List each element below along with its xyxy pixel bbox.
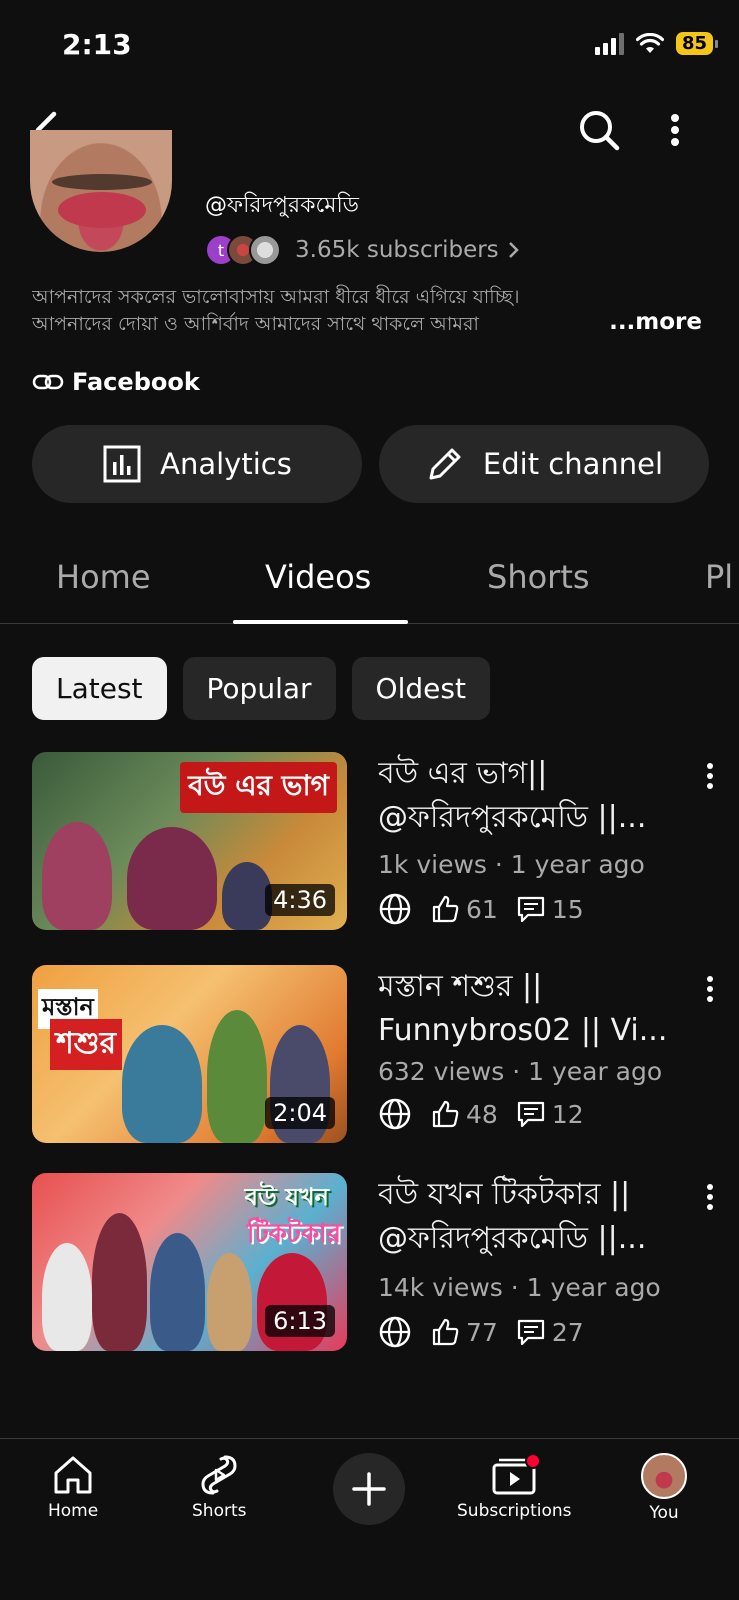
thumbnail-text: টিকটকার	[247, 1219, 341, 1249]
video-thumbnail[interactable]: মস্তান শশুর 2:04	[32, 965, 347, 1143]
channel-handle: @ফরিদপুরকমেডি	[205, 193, 359, 218]
comment-icon	[517, 896, 544, 923]
video-stats: 61 15	[378, 892, 584, 926]
chevron-right-icon	[508, 242, 519, 258]
globe-icon	[379, 1098, 411, 1130]
shorts-icon	[201, 1455, 237, 1495]
nav-subscriptions[interactable]: Subscriptions	[457, 1453, 571, 1521]
video-duration: 4:36	[265, 884, 335, 916]
edit-channel-label: Edit channel	[482, 447, 664, 481]
nav-shorts-label: Shorts	[192, 1501, 247, 1521]
video-stats: 48 12	[378, 1097, 584, 1131]
home-icon	[54, 1456, 92, 1494]
like-count: 48	[466, 1099, 498, 1129]
battery-indicator: 85	[675, 32, 719, 55]
thumbnail-text: শশুর	[50, 1019, 123, 1070]
pencil-icon	[429, 448, 461, 480]
video-menu-button[interactable]	[698, 1177, 722, 1217]
channel-avatar[interactable]	[30, 130, 172, 252]
chip-latest[interactable]: Latest	[32, 657, 167, 720]
video-item[interactable]: মস্তান শশুর 2:04 মস্তান শশুর || Funnybro…	[32, 965, 722, 1145]
video-thumbnail[interactable]: বউ এর ভাগ 4:36	[32, 752, 347, 930]
like-icon	[432, 1100, 459, 1128]
tab-videos[interactable]: Videos	[265, 558, 371, 596]
subscribers-row[interactable]: t 3.65k subscribers	[205, 234, 521, 266]
facebook-link[interactable]: Facebook	[32, 368, 200, 396]
nav-home-label: Home	[48, 1501, 99, 1521]
video-meta: 14k views · 1 year ago	[378, 1273, 661, 1302]
more-options-button[interactable]	[655, 104, 695, 156]
tab-playlists[interactable]: Pl	[705, 558, 733, 596]
status-icons: 85	[594, 32, 719, 55]
like-count: 77	[466, 1317, 498, 1347]
nav-shorts[interactable]: Shorts	[192, 1453, 246, 1521]
sort-chips: Latest Popular Oldest	[32, 657, 490, 720]
globe-icon	[379, 893, 411, 925]
more-link[interactable]: ...more	[569, 309, 702, 336]
edit-channel-button[interactable]: Edit channel	[379, 425, 709, 503]
like-count: 61	[466, 894, 498, 924]
tab-home[interactable]: Home	[56, 558, 151, 596]
active-tab-indicator	[233, 620, 408, 624]
video-title[interactable]: বউ এর ভাগ|| @ফরিদপুরকমেডি ||...	[378, 752, 698, 840]
nav-you-label: You	[649, 1503, 679, 1523]
video-duration: 6:13	[265, 1305, 335, 1337]
analytics-button[interactable]: Analytics	[32, 425, 362, 503]
link-label: Facebook	[72, 368, 200, 396]
video-title[interactable]: বউ যখন টিকটকার || @ফরিদপুরকমেডি ||...	[378, 1173, 698, 1261]
analytics-label: Analytics	[160, 447, 292, 481]
nav-subscriptions-label: Subscriptions	[457, 1501, 572, 1521]
channel-tabs: Home Videos Shorts Pl	[0, 540, 739, 624]
nav-home[interactable]: Home	[48, 1453, 98, 1521]
bottom-nav: Home Shorts Subscriptions You	[0, 1438, 739, 1600]
subscriber-count: 3.65k subscribers	[295, 237, 499, 263]
cellular-signal-icon	[594, 32, 624, 55]
more-vert-icon	[707, 1184, 713, 1210]
comment-icon	[517, 1101, 544, 1128]
more-vert-icon	[671, 114, 679, 146]
comment-count: 12	[551, 1099, 584, 1129]
chip-popular[interactable]: Popular	[182, 657, 336, 720]
video-item[interactable]: বউ এর ভাগ 4:36 বউ এর ভাগ|| @ফরিদপুরকমেডি…	[32, 752, 722, 932]
analytics-icon	[103, 445, 141, 483]
chip-oldest[interactable]: Oldest	[351, 657, 490, 720]
comment-icon	[517, 1319, 544, 1346]
status-bar: 2:13 85	[0, 0, 739, 90]
video-meta: 1k views · 1 year ago	[378, 850, 645, 879]
video-title[interactable]: মস্তান শশুর || Funnybros02 || Vi...	[378, 965, 698, 1053]
status-time: 2:13	[62, 28, 132, 61]
thumbnail-text: বউ এর ভাগ	[180, 762, 337, 813]
video-thumbnail[interactable]: বউ যখন টিকটকার 6:13	[32, 1173, 347, 1351]
video-item[interactable]: বউ যখন টিকটকার 6:13 বউ যখন টিকটকার || @ফ…	[32, 1173, 722, 1353]
user-avatar	[641, 1453, 687, 1499]
video-stats: 77 27	[378, 1315, 584, 1349]
more-vert-icon	[707, 763, 713, 789]
link-icon	[32, 374, 64, 390]
create-button[interactable]	[333, 1453, 405, 1525]
plus-icon	[352, 1472, 386, 1506]
description-line: আপনাদের সকলের ভালোবাসায় আমরা ধীরে ধীরে …	[32, 286, 520, 308]
globe-icon	[379, 1316, 411, 1348]
like-icon	[432, 895, 459, 923]
tab-shorts[interactable]: Shorts	[487, 558, 590, 596]
video-menu-button[interactable]	[698, 969, 722, 1009]
comment-count: 15	[551, 894, 584, 924]
video-duration: 2:04	[265, 1097, 335, 1129]
channel-description[interactable]: আপনাদের সকলের ভালোবাসায় আমরা ধীরে ধীরে …	[32, 284, 712, 338]
video-menu-button[interactable]	[698, 756, 722, 796]
nav-you[interactable]: You	[641, 1453, 687, 1523]
search-button[interactable]	[573, 104, 625, 156]
video-meta: 632 views · 1 year ago	[378, 1057, 663, 1086]
wifi-icon	[635, 32, 664, 53]
subscriber-avatar	[249, 234, 281, 266]
like-icon	[432, 1318, 459, 1346]
search-icon	[580, 111, 620, 151]
comment-count: 27	[551, 1317, 584, 1347]
more-vert-icon	[707, 976, 713, 1002]
